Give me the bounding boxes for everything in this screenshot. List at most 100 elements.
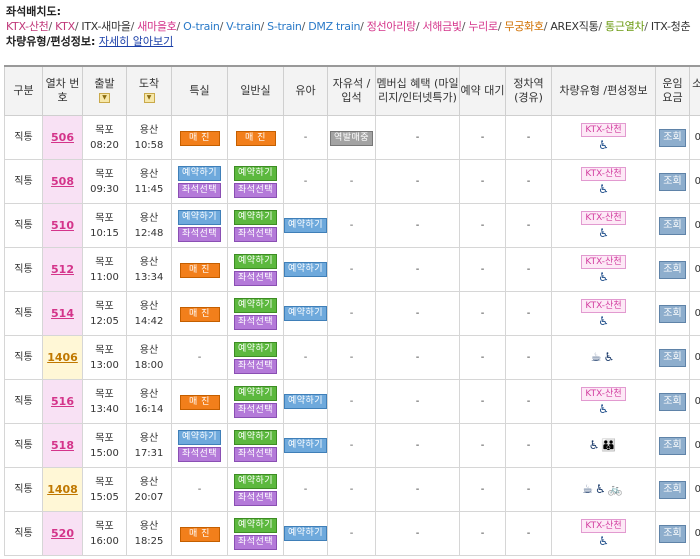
seat-map-link[interactable]: 정선아리랑 [367, 20, 416, 33]
select-seat-button[interactable]: 좌석선택 [233, 534, 278, 550]
seat-map-link[interactable]: 서해금빛 [422, 20, 462, 33]
select-seat-button[interactable]: 좌석선택 [177, 226, 222, 242]
seat-map-link[interactable]: KTX-산천 [6, 20, 49, 33]
reserve-button[interactable]: 예약하기 [283, 262, 328, 277]
reserve-button[interactable]: 예약하기 [177, 429, 222, 445]
sort-arrow-icon[interactable]: ▼ [99, 93, 110, 103]
seat-map-link[interactable]: ITX-새마을 [81, 20, 130, 33]
fare-inquiry-button[interactable]: 조회 [659, 436, 686, 455]
arrival-time: 10:58 [134, 139, 164, 151]
ktx-sancheon-badge[interactable]: KTX-산천 [581, 519, 626, 533]
empty-value: - [303, 352, 308, 363]
train-number-link[interactable]: 520 [51, 527, 74, 540]
departure-cell: 목포 09:30 [82, 159, 127, 204]
fare-cell: 조회 [655, 379, 690, 424]
header-departure[interactable]: 출발 ▼ [82, 65, 127, 116]
train-number-link[interactable]: 1406 [47, 351, 78, 364]
seat-map-link[interactable]: DMZ train [308, 20, 360, 33]
ktx-sancheon-badge[interactable]: KTX-산천 [581, 123, 626, 137]
seat-map-link[interactable]: AREX직통 [550, 20, 598, 33]
ktx-sancheon-badge[interactable]: KTX-산천 [581, 387, 626, 401]
departure-time: 10:15 [90, 227, 119, 239]
select-seat-button[interactable]: 좌석선택 [233, 182, 278, 198]
train-number-link[interactable]: 1408 [47, 483, 78, 496]
seat-map-link[interactable]: V-train [226, 20, 261, 33]
fare-inquiry-button[interactable]: 조회 [659, 304, 686, 323]
seat-map-link[interactable]: ITX-청춘 [651, 20, 691, 33]
sort-arrow-icon[interactable]: ▼ [143, 93, 155, 103]
seat-map-link[interactable]: 통근열차 [605, 20, 645, 33]
reserve-button[interactable]: 예약하기 [283, 306, 328, 321]
seat-map-link[interactable]: 새마을호 [137, 20, 177, 33]
reserve-button[interactable]: 예약하기 [233, 297, 278, 313]
reserve-button[interactable]: 예약하기 [177, 165, 222, 181]
select-seat-button[interactable]: 좌석선택 [177, 182, 222, 198]
ktx-sancheon-badge[interactable]: KTX-산천 [581, 167, 626, 181]
arrival-station: 용산 [139, 432, 159, 444]
select-seat-button[interactable]: 좌석선택 [233, 446, 278, 462]
seat-map-link[interactable]: 무궁화호 [504, 20, 544, 33]
fare-inquiry-button[interactable]: 조회 [659, 216, 686, 235]
fare-cell: 조회 [655, 467, 690, 512]
vehicle-cell: ☕♿ [551, 335, 656, 380]
wheelchair-family-icons: ♿👪 [588, 438, 619, 452]
seat-map-link[interactable]: S-train [267, 20, 302, 33]
select-seat-button[interactable]: 좌석선택 [233, 402, 278, 418]
select-seat-button[interactable]: 좌석선택 [177, 446, 222, 462]
train-number-link[interactable]: 510 [51, 219, 74, 232]
reserve-button[interactable]: 예약하기 [177, 209, 222, 225]
reserve-button[interactable]: 예약하기 [233, 253, 278, 269]
reserve-button[interactable]: 예약하기 [233, 385, 278, 401]
departure-time: 13:40 [90, 403, 119, 415]
train-number-link[interactable]: 514 [51, 307, 74, 320]
reserve-button[interactable]: 예약하기 [233, 341, 278, 357]
fare-inquiry-button[interactable]: 조회 [659, 524, 686, 543]
general-cell: 예약하기 좌석선택 [227, 379, 284, 424]
sold-out-badge: 매 진 [179, 130, 220, 146]
train-number-cell: 512 [42, 247, 83, 292]
select-seat-button[interactable]: 좌석선택 [233, 358, 278, 374]
special-cell: 예약하기 좌석선택 [171, 423, 228, 468]
vehicle-info-link[interactable]: 자세히 알아보기 [99, 35, 173, 48]
select-seat-button[interactable]: 좌석선택 [233, 490, 278, 506]
special-cell: 매 진 [171, 115, 228, 160]
ktx-sancheon-badge[interactable]: KTX-산천 [581, 299, 626, 313]
reserve-button[interactable]: 예약하기 [283, 438, 328, 453]
reserve-button[interactable]: 예약하기 [233, 517, 278, 533]
fare-cell: 조회 [655, 423, 690, 468]
reserve-button[interactable]: 예약하기 [283, 526, 328, 541]
reserve-button[interactable]: 예약하기 [233, 165, 278, 181]
fare-inquiry-button[interactable]: 조회 [659, 172, 686, 191]
train-number-link[interactable]: 508 [51, 175, 74, 188]
duration-cell: 02:31 [689, 423, 700, 468]
train-number-link[interactable]: 512 [51, 263, 74, 276]
reserve-button[interactable]: 예약하기 [233, 209, 278, 225]
seat-map-link[interactable]: O-train [183, 20, 220, 33]
reserve-button[interactable]: 예약하기 [233, 429, 278, 445]
fare-inquiry-button[interactable]: 조회 [659, 392, 686, 411]
train-number-link[interactable]: 506 [51, 131, 74, 144]
fare-inquiry-button[interactable]: 조회 [659, 260, 686, 279]
select-seat-button[interactable]: 좌석선택 [233, 226, 278, 242]
separator: / [360, 20, 367, 33]
empty-value: - [349, 308, 354, 319]
fare-inquiry-button[interactable]: 조회 [659, 480, 686, 499]
seat-map-link[interactable]: KTX [55, 20, 75, 33]
table-row: 직통 514 목포 12:05 용산 14:42 매 진 예약하기 좌석선택 예약하기 - - - - KT… [4, 291, 700, 336]
stop-cell: - [505, 511, 552, 556]
train-number-link[interactable]: 518 [51, 439, 74, 452]
empty-value: - [349, 528, 354, 539]
fare-inquiry-button[interactable]: 조회 [659, 348, 686, 367]
select-seat-button[interactable]: 좌석선택 [233, 314, 278, 330]
train-number-link[interactable]: 516 [51, 395, 74, 408]
fare-inquiry-button[interactable]: 조회 [659, 128, 686, 147]
ktx-sancheon-badge[interactable]: KTX-산천 [581, 211, 626, 225]
reserve-button[interactable]: 예약하기 [233, 473, 278, 489]
reserve-button[interactable]: 예약하기 [283, 394, 328, 409]
select-seat-button[interactable]: 좌석선택 [233, 270, 278, 286]
seat-map-link[interactable]: 누리로 [468, 20, 498, 33]
table-row: 직통 506 목포 08:20 용산 10:58 매 진매 진 - 역발매중 - - - KTX-산천 ♿… [4, 115, 700, 160]
header-arrival[interactable]: 도착 ▼ [126, 65, 172, 116]
reserve-button[interactable]: 예약하기 [283, 218, 328, 233]
ktx-sancheon-badge[interactable]: KTX-산천 [581, 255, 626, 269]
